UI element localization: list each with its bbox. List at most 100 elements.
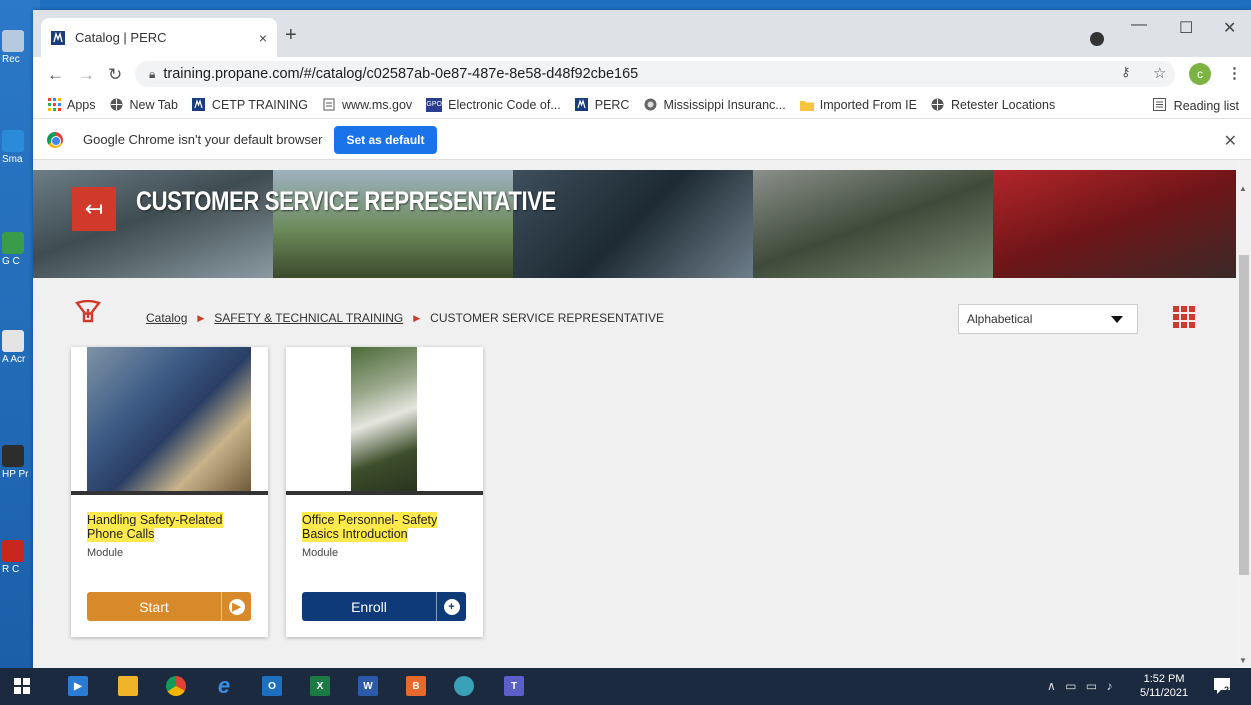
maximize-button[interactable]: ☐: [1179, 18, 1193, 38]
breadcrumb-category-link[interactable]: SAFETY & TECHNICAL TRAINING: [214, 311, 403, 325]
notification-center-icon[interactable]: 22: [1213, 677, 1234, 695]
course-card[interactable]: Handling Safety-Related Phone Calls Modu…: [71, 347, 268, 637]
perc-favicon-icon: [51, 30, 65, 45]
avatar[interactable]: c: [1189, 63, 1211, 85]
desktop-icon[interactable]: G C: [2, 232, 34, 267]
profile-menu-icon[interactable]: [1090, 32, 1104, 46]
start-button[interactable]: Start ▶: [87, 592, 251, 621]
globe-icon: [110, 98, 124, 112]
system-tray-icons[interactable]: ∧ ▭ ▭ ♪: [1047, 679, 1115, 693]
infobar-close-icon[interactable]: ✕: [1224, 131, 1237, 151]
lock-icon: 🔒︎: [149, 66, 156, 81]
course-card[interactable]: Office Personnel- Safety Basics Introduc…: [286, 347, 483, 637]
media-player-icon[interactable]: ▶: [68, 676, 88, 696]
catalog-page: ↤ CUSTOMER SERVICE REPRESENTATIVE Catalo…: [33, 160, 1236, 668]
tab-catalog[interactable]: Catalog | PERC ×: [41, 18, 277, 57]
bookmark-cetp-training[interactable]: CETP TRAINING: [192, 98, 308, 112]
bookmark-apps[interactable]: Apps: [47, 98, 96, 112]
password-key-icon[interactable]: ⚷: [1121, 64, 1131, 80]
plus-circle-icon: +: [443, 598, 460, 615]
play-circle-icon: ▶: [228, 598, 245, 615]
breadcrumb-current: CUSTOMER SERVICE REPRESENTATIVE: [430, 311, 664, 325]
perc-icon: [192, 98, 206, 112]
bookmark-perc[interactable]: PERC: [575, 98, 629, 112]
file-explorer-icon[interactable]: [118, 676, 138, 696]
bookmark-mississippi-insurance[interactable]: Mississippi Insuranc...: [643, 98, 786, 112]
taskbar-clock[interactable]: 1:52 PM 5/11/2021: [1140, 672, 1188, 700]
sort-dropdown[interactable]: Alphabetical: [958, 304, 1138, 334]
course-type: Module: [87, 547, 124, 559]
tab-strip: Catalog | PERC × + — ☐ ✕: [33, 10, 1251, 57]
menu-kebab-icon[interactable]: ⋮: [1227, 64, 1242, 82]
gpo-icon: GPO: [426, 97, 443, 112]
bookmark-new-tab[interactable]: New Tab: [110, 98, 178, 112]
desktop-icon[interactable]: A Acr: [2, 330, 34, 365]
page-icon: [322, 98, 336, 112]
set-as-default-button[interactable]: Set as default: [334, 125, 437, 154]
breadcrumb-separator-icon: ▶: [197, 312, 205, 323]
course-thumbnail: [351, 347, 417, 491]
internet-explorer-icon[interactable]: e: [214, 673, 234, 698]
reading-list-button[interactable]: Reading list: [1152, 98, 1239, 114]
tab-close-icon[interactable]: ×: [259, 30, 267, 46]
page-title: CUSTOMER SERVICE REPRESENTATIVE: [136, 186, 556, 216]
bookmark-retester-locations[interactable]: Retester Locations: [931, 98, 1055, 112]
course-title[interactable]: Office Personnel- Safety Basics Introduc…: [302, 512, 467, 542]
word-icon[interactable]: W: [358, 676, 378, 696]
course-title[interactable]: Handling Safety-Related Phone Calls: [87, 512, 252, 542]
course-thumbnail: [87, 347, 251, 491]
chrome-taskbar-icon[interactable]: [166, 676, 186, 696]
back-arrow-icon[interactable]: ↤: [72, 187, 116, 231]
page-scrollbar[interactable]: ▲ ▼: [1236, 160, 1251, 668]
default-browser-infobar: Google Chrome isn't your default browser…: [33, 120, 1251, 160]
teams-icon[interactable]: T: [504, 676, 524, 696]
bookmarks-bar: Apps New Tab CETP TRAINING www.ms.gov GP…: [33, 91, 1251, 119]
url-text: training.propane.com/#/catalog/c02587ab-…: [163, 66, 639, 82]
svg-text:22: 22: [1224, 685, 1233, 695]
windows-taskbar: ▶ e O X W B T ∧ ▭ ▭ ♪ 1:52 PM 5/11/2021 …: [0, 668, 1251, 705]
breadcrumb-row: Catalog ▶ SAFETY & TECHNICAL TRAINING ▶ …: [33, 288, 1236, 334]
bookmark-star-icon[interactable]: ☆: [1153, 64, 1166, 82]
forward-icon[interactable]: →: [78, 65, 95, 85]
windows-start-icon[interactable]: [12, 676, 32, 696]
desktop-icon[interactable]: Rec: [2, 30, 34, 65]
browser-toolbar: ← → ↻ 🔒︎ training.propane.com/#/catalog/…: [33, 57, 1251, 91]
bookmark-ecfr[interactable]: GPO Electronic Code of...: [426, 97, 561, 112]
dropdown-caret-icon: [1111, 316, 1123, 323]
close-window-button[interactable]: ✕: [1223, 18, 1236, 38]
desktop-icon[interactable]: HP Pr: [2, 445, 34, 480]
scroll-down-icon[interactable]: ▼: [1239, 656, 1247, 665]
perc-logo-icon[interactable]: [75, 299, 101, 324]
infobar-message: Google Chrome isn't your default browser: [83, 132, 323, 147]
seal-icon: [643, 98, 657, 112]
reload-icon[interactable]: ↻: [108, 65, 122, 85]
bookmark-imported-from-ie[interactable]: Imported From IE: [799, 98, 917, 112]
globe-app-icon[interactable]: [454, 676, 474, 696]
new-tab-button[interactable]: +: [285, 24, 297, 47]
back-icon[interactable]: ←: [47, 65, 64, 85]
course-type: Module: [302, 547, 339, 559]
category-banner: ↤ CUSTOMER SERVICE REPRESENTATIVE: [33, 170, 1236, 278]
breadcrumb-catalog-link[interactable]: Catalog: [146, 311, 187, 325]
b-app-icon[interactable]: B: [406, 676, 426, 696]
browser-window: Catalog | PERC × + — ☐ ✕ ← → ↻ 🔒︎ traini…: [33, 10, 1251, 668]
scroll-up-icon[interactable]: ▲: [1239, 184, 1247, 193]
breadcrumb: Catalog ▶ SAFETY & TECHNICAL TRAINING ▶ …: [146, 311, 664, 325]
sort-selected-value: Alphabetical: [967, 312, 1033, 326]
globe-icon: [931, 98, 945, 112]
enroll-button[interactable]: Enroll +: [302, 592, 466, 621]
perc-icon: [575, 98, 589, 112]
bookmark-ms-gov[interactable]: www.ms.gov: [322, 98, 412, 112]
outlook-icon[interactable]: O: [262, 676, 282, 696]
address-bar[interactable]: 🔒︎ training.propane.com/#/catalog/c02587…: [135, 61, 1175, 87]
tab-title: Catalog | PERC: [75, 30, 167, 45]
desktop-icon[interactable]: R C: [2, 540, 34, 575]
reading-list-icon: [1152, 98, 1166, 114]
desktop-icon[interactable]: Sma: [2, 130, 34, 165]
scrollbar-thumb[interactable]: [1239, 255, 1249, 575]
apps-grid-icon: [47, 98, 61, 112]
minimize-button[interactable]: —: [1131, 16, 1147, 34]
excel-icon[interactable]: X: [310, 676, 330, 696]
chrome-logo-icon: [47, 131, 63, 148]
grid-view-icon[interactable]: [1173, 306, 1195, 328]
